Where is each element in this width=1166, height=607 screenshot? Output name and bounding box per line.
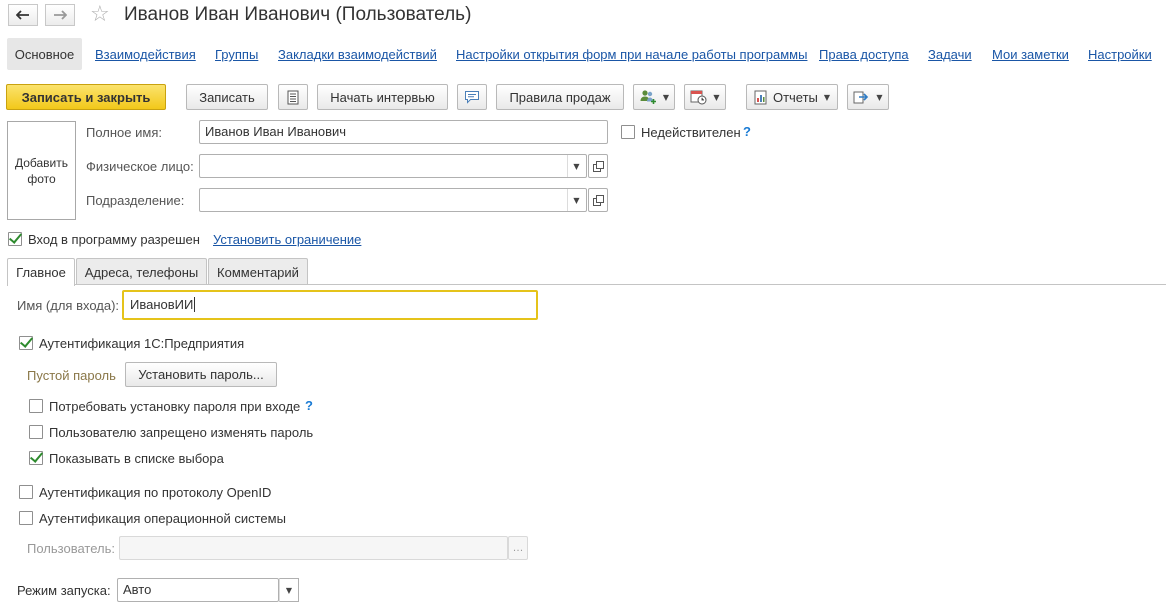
show-in-list-checkbox[interactable] — [29, 451, 43, 465]
comment-button[interactable] — [457, 84, 487, 110]
department-label: Подразделение: — [86, 193, 185, 208]
forbid-change-label: Пользователю запрещено изменять пароль — [49, 425, 314, 440]
open-window-icon — [592, 194, 604, 206]
chevron-down-icon: ▼ — [662, 92, 670, 102]
start-interview-button[interactable]: Начать интервью — [317, 84, 448, 110]
tab-main-section[interactable]: Основное — [7, 38, 82, 70]
auth-1c-checkbox[interactable] — [19, 336, 33, 350]
openid-label: Аутентификация по протоколу OpenID — [39, 485, 272, 500]
require-password-label: Потребовать установку пароля при входе — [49, 399, 301, 414]
chevron-down-icon: ▼ — [876, 92, 883, 102]
forbid-change-checkbox[interactable] — [29, 425, 43, 439]
help-icon[interactable]: ? — [305, 398, 313, 413]
login-name-input[interactable]: ИвановИИ — [122, 290, 538, 320]
auth-1c-label: Аутентификация 1С:Предприятия — [39, 336, 245, 351]
login-name-label: Имя (для входа): — [17, 298, 120, 313]
sales-rules-button[interactable]: Правила продаж — [496, 84, 624, 110]
print-dropdown-button[interactable]: ▼ — [847, 84, 889, 110]
link-my-notes[interactable]: Мои заметки — [992, 47, 1069, 62]
tab-addresses-phones[interactable]: Адреса, телефоны — [76, 258, 207, 285]
invalid-checkbox[interactable] — [621, 125, 635, 139]
save-and-close-button[interactable]: Записать и закрыть — [6, 84, 166, 110]
department-input[interactable] — [199, 188, 587, 212]
link-groups[interactable]: Группы — [215, 47, 258, 62]
arrow-right-icon — [54, 10, 67, 20]
link-settings[interactable]: Настройки — [1088, 47, 1152, 62]
chevron-down-icon[interactable]: ▼ — [567, 155, 585, 177]
chevron-down-icon[interactable]: ▼ — [567, 189, 585, 211]
empty-password-label: Пустой пароль — [27, 368, 116, 383]
link-interaction-bookmarks[interactable]: Закладки взаимодействий — [278, 47, 437, 62]
chevron-down-icon: ▼ — [823, 92, 831, 102]
full-name-label: Полное имя: — [86, 125, 162, 140]
arrow-left-icon — [16, 10, 29, 20]
link-form-settings[interactable]: Настройки открытия форм при начале работ… — [456, 47, 807, 62]
set-restriction-link[interactable]: Установить ограничение — [213, 232, 361, 247]
os-user-label: Пользователь: — [27, 541, 115, 556]
users-dropdown-button[interactable]: ▼ — [633, 84, 675, 110]
reports-dropdown-button[interactable]: Отчеты ▼ — [746, 84, 838, 110]
page-title: Иванов Иван Иванович (Пользователь) — [124, 4, 472, 25]
login-allowed-checkbox[interactable] — [8, 232, 22, 246]
launch-mode-select[interactable]: Авто — [117, 578, 279, 602]
show-in-list-label: Показывать в списке выбора — [49, 451, 224, 466]
forward-button[interactable] — [45, 4, 75, 26]
speech-bubble-icon — [465, 91, 479, 104]
users-add-icon — [640, 90, 656, 104]
document-list-button[interactable] — [278, 84, 308, 110]
export-icon — [853, 91, 869, 104]
open-department-button[interactable] — [588, 188, 608, 212]
document-icon — [287, 90, 299, 104]
login-allowed-label: Вход в программу разрешен — [28, 232, 200, 247]
add-photo-label-line2: фото — [27, 171, 56, 186]
add-photo-label-line1: Добавить — [14, 155, 69, 170]
back-button[interactable] — [8, 4, 38, 26]
tab-divider — [7, 284, 1166, 285]
person-label: Физическое лицо: — [86, 159, 194, 174]
chevron-down-icon: ▼ — [713, 92, 720, 102]
invalid-label: Недействителен — [641, 125, 741, 140]
chevron-down-icon[interactable]: ▼ — [279, 578, 299, 602]
open-window-icon — [592, 160, 604, 172]
openid-checkbox[interactable] — [19, 485, 33, 499]
set-password-button[interactable]: Установить пароль... — [125, 362, 277, 387]
require-password-checkbox[interactable] — [29, 399, 43, 413]
open-person-button[interactable] — [588, 154, 608, 178]
select-os-user-button[interactable]: … — [508, 536, 528, 560]
reports-label: Отчеты — [772, 89, 818, 105]
schedule-dropdown-button[interactable]: ▼ — [684, 84, 726, 110]
login-name-value: ИвановИИ — [130, 297, 194, 312]
person-input[interactable] — [199, 154, 587, 178]
star-icon[interactable]: ☆ — [90, 2, 110, 27]
save-button[interactable]: Записать — [186, 84, 268, 110]
link-interactions[interactable]: Взаимодействия — [95, 47, 196, 62]
link-tasks[interactable]: Задачи — [928, 47, 972, 62]
report-icon — [754, 90, 767, 104]
ellipsis-icon: … — [512, 542, 524, 554]
launch-mode-label: Режим запуска: — [17, 583, 111, 598]
link-access-rights[interactable]: Права доступа — [819, 47, 909, 62]
tab-main[interactable]: Главное — [7, 258, 75, 286]
os-auth-label: Аутентификация операционной системы — [39, 511, 286, 526]
tab-comment[interactable]: Комментарий — [208, 258, 308, 285]
add-photo-button[interactable]: Добавить фото — [7, 121, 76, 220]
os-user-input[interactable] — [119, 536, 508, 560]
os-auth-checkbox[interactable] — [19, 511, 33, 525]
full-name-input[interactable]: Иванов Иван Иванович — [199, 120, 608, 144]
calendar-clock-icon — [690, 90, 707, 105]
help-icon[interactable]: ? — [743, 124, 751, 139]
